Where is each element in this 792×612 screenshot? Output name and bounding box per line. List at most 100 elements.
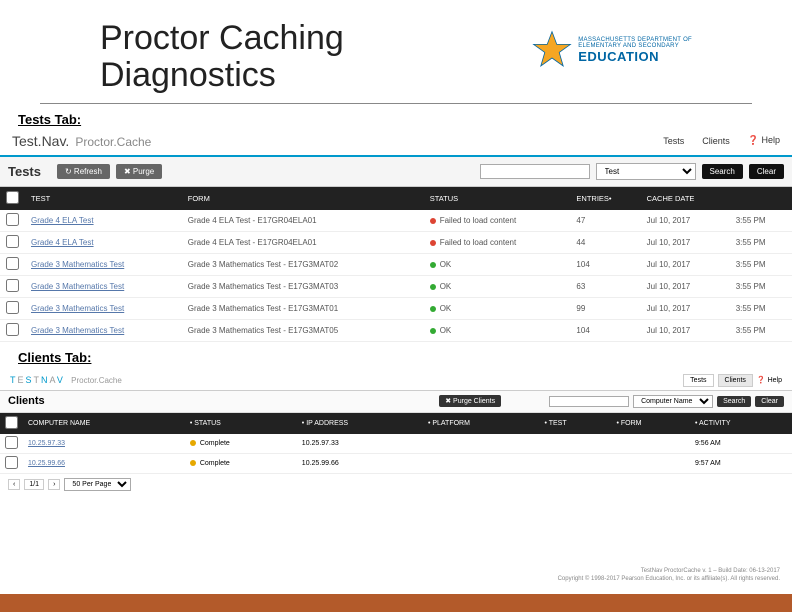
per-page-select[interactable]: 50 Per Page xyxy=(64,478,131,491)
clients-select-all[interactable] xyxy=(5,416,18,429)
cell-activity: 9:56 AM xyxy=(690,434,792,454)
nav-help[interactable]: ❓ Help xyxy=(748,135,780,146)
clients-search-button[interactable]: Search xyxy=(717,396,751,407)
clients-filter-select[interactable]: Computer Name xyxy=(633,395,713,408)
table-row: Grade 4 ELA TestGrade 4 ELA Test - E17GR… xyxy=(0,231,792,253)
row-checkbox[interactable] xyxy=(6,301,19,314)
cell-test[interactable]: Grade 3 Mathematics Test xyxy=(25,253,182,275)
cell-ip: 10.25.97.33 xyxy=(297,434,423,454)
clients-nav-right: Tests Clients ❓ Help xyxy=(683,374,782,387)
select-all-checkbox[interactable] xyxy=(6,191,19,204)
col-cache-date[interactable]: CACHE DATE xyxy=(641,187,730,210)
clients-nav-tests[interactable]: Tests xyxy=(683,374,713,387)
cell-status: Failed to load content xyxy=(424,231,571,253)
row-checkbox[interactable] xyxy=(6,323,19,336)
clients-nav-clients[interactable]: Clients xyxy=(718,374,753,387)
row-checkbox[interactable] xyxy=(6,235,19,248)
cell-test[interactable]: Grade 3 Mathematics Test xyxy=(25,297,182,319)
cell-computer-name[interactable]: 10.25.97.33 xyxy=(23,434,185,454)
row-checkbox[interactable] xyxy=(5,436,18,449)
page-title: Proctor Caching Diagnostics xyxy=(100,20,344,95)
page-header: Proctor Caching Diagnostics MASSACHUSETT… xyxy=(40,0,752,104)
cell-client-test xyxy=(539,434,611,454)
cell-platform xyxy=(423,453,540,473)
cell-time: 3:55 PM xyxy=(730,297,792,319)
cell-form: Grade 3 Mathematics Test - E17G3MAT05 xyxy=(182,319,424,341)
help-icon: ❓ xyxy=(757,377,766,384)
pager-prev[interactable]: ‹ xyxy=(8,479,20,490)
cell-entries: 44 xyxy=(570,231,640,253)
status-dot-icon xyxy=(190,440,196,446)
refresh-button[interactable]: ↻ Refresh xyxy=(57,164,110,179)
cell-status: OK xyxy=(424,319,571,341)
table-row: 10.25.97.33Complete10.25.97.339:56 AM xyxy=(0,434,792,454)
row-checkbox[interactable] xyxy=(6,213,19,226)
row-checkbox[interactable] xyxy=(6,279,19,292)
clients-tab-label: Clients Tab: xyxy=(18,350,792,365)
clients-table-header: COMPUTER NAME • STATUS • IP ADDRESS • PL… xyxy=(0,413,792,434)
table-row: Grade 3 Mathematics TestGrade 3 Mathemat… xyxy=(0,297,792,319)
status-dot-icon xyxy=(430,284,436,290)
cell-status: OK xyxy=(424,297,571,319)
table-row: Grade 4 ELA TestGrade 4 ELA Test - E17GR… xyxy=(0,210,792,232)
cell-date: Jul 10, 2017 xyxy=(641,231,730,253)
col-entries[interactable]: ENTRIES• xyxy=(570,187,640,210)
cell-form: Grade 4 ELA Test - E17GR04ELA01 xyxy=(182,231,424,253)
cell-test[interactable]: Grade 4 ELA Test xyxy=(25,210,182,232)
col-form[interactable]: FORM xyxy=(182,187,424,210)
search-button[interactable]: Search xyxy=(702,164,743,179)
cell-computer-name[interactable]: 10.25.99.66 xyxy=(23,453,185,473)
nav-right: Tests Clients ❓ Help xyxy=(663,135,780,146)
logo-line-3: EDUCATION xyxy=(578,49,692,64)
cell-test[interactable]: Grade 3 Mathematics Test xyxy=(25,275,182,297)
status-dot-icon xyxy=(430,218,436,224)
star-icon xyxy=(532,30,572,70)
col-computer-name[interactable]: COMPUTER NAME xyxy=(23,413,185,434)
clients-clear-button[interactable]: Clear xyxy=(755,396,784,407)
col-client-form[interactable]: • FORM xyxy=(612,413,690,434)
cell-form: Grade 4 ELA Test - E17GR04ELA01 xyxy=(182,210,424,232)
tests-title: Tests xyxy=(8,164,41,179)
testnav-logo: TESTNAV xyxy=(10,375,65,385)
table-row: Grade 3 Mathematics TestGrade 3 Mathemat… xyxy=(0,319,792,341)
brand-testnav: Test.Nav. xyxy=(12,133,69,149)
col-status[interactable]: STATUS xyxy=(424,187,571,210)
cell-status: Failed to load content xyxy=(424,210,571,232)
cell-entries: 63 xyxy=(570,275,640,297)
cell-client-form xyxy=(612,434,690,454)
row-checkbox[interactable] xyxy=(6,257,19,270)
cell-client-status: Complete xyxy=(185,453,297,473)
clients-search-input[interactable] xyxy=(549,396,629,407)
col-test[interactable]: TEST xyxy=(25,187,182,210)
pager-next[interactable]: › xyxy=(48,479,60,490)
logo-line-1: MASSACHUSETTS DEPARTMENT OF xyxy=(578,37,692,43)
clear-button[interactable]: Clear xyxy=(749,164,784,179)
cell-form: Grade 3 Mathematics Test - E17G3MAT02 xyxy=(182,253,424,275)
search-input[interactable] xyxy=(480,164,590,179)
nav-clients[interactable]: Clients xyxy=(702,136,730,146)
cell-time: 3:55 PM xyxy=(730,319,792,341)
row-checkbox[interactable] xyxy=(5,456,18,469)
col-client-test[interactable]: • TEST xyxy=(539,413,611,434)
nav-tests[interactable]: Tests xyxy=(663,136,684,146)
col-activity[interactable]: • ACTIVITY xyxy=(690,413,792,434)
clients-nav-help[interactable]: ❓ Help xyxy=(757,376,782,384)
cell-test[interactable]: Grade 3 Mathematics Test xyxy=(25,319,182,341)
table-row: 10.25.99.66Complete10.25.99.669:57 AM xyxy=(0,453,792,473)
filter-select[interactable]: Test xyxy=(596,163,696,180)
col-platform[interactable]: • PLATFORM xyxy=(423,413,540,434)
purge-clients-button[interactable]: ✖ Purge Clients xyxy=(439,395,501,407)
col-client-status[interactable]: • STATUS xyxy=(185,413,297,434)
tests-panel: Test.Nav. Proctor.Cache Tests Clients ❓ … xyxy=(0,129,792,342)
col-ip[interactable]: • IP ADDRESS xyxy=(297,413,423,434)
tests-table-header: TEST FORM STATUS ENTRIES• CACHE DATE xyxy=(0,187,792,210)
purge-button[interactable]: ✖ Purge xyxy=(116,164,162,179)
cell-time: 3:55 PM xyxy=(730,210,792,232)
clients-panel: TESTNAV Proctor.Cache Tests Clients ❓ He… xyxy=(0,371,792,495)
bottom-bar xyxy=(0,594,792,612)
table-row: Grade 3 Mathematics TestGrade 3 Mathemat… xyxy=(0,253,792,275)
cell-test[interactable]: Grade 4 ELA Test xyxy=(25,231,182,253)
status-dot-icon xyxy=(430,240,436,246)
clients-brand-pc: Proctor.Cache xyxy=(71,376,122,385)
logo-line-2: ELEMENTARY AND SECONDARY xyxy=(578,43,692,49)
